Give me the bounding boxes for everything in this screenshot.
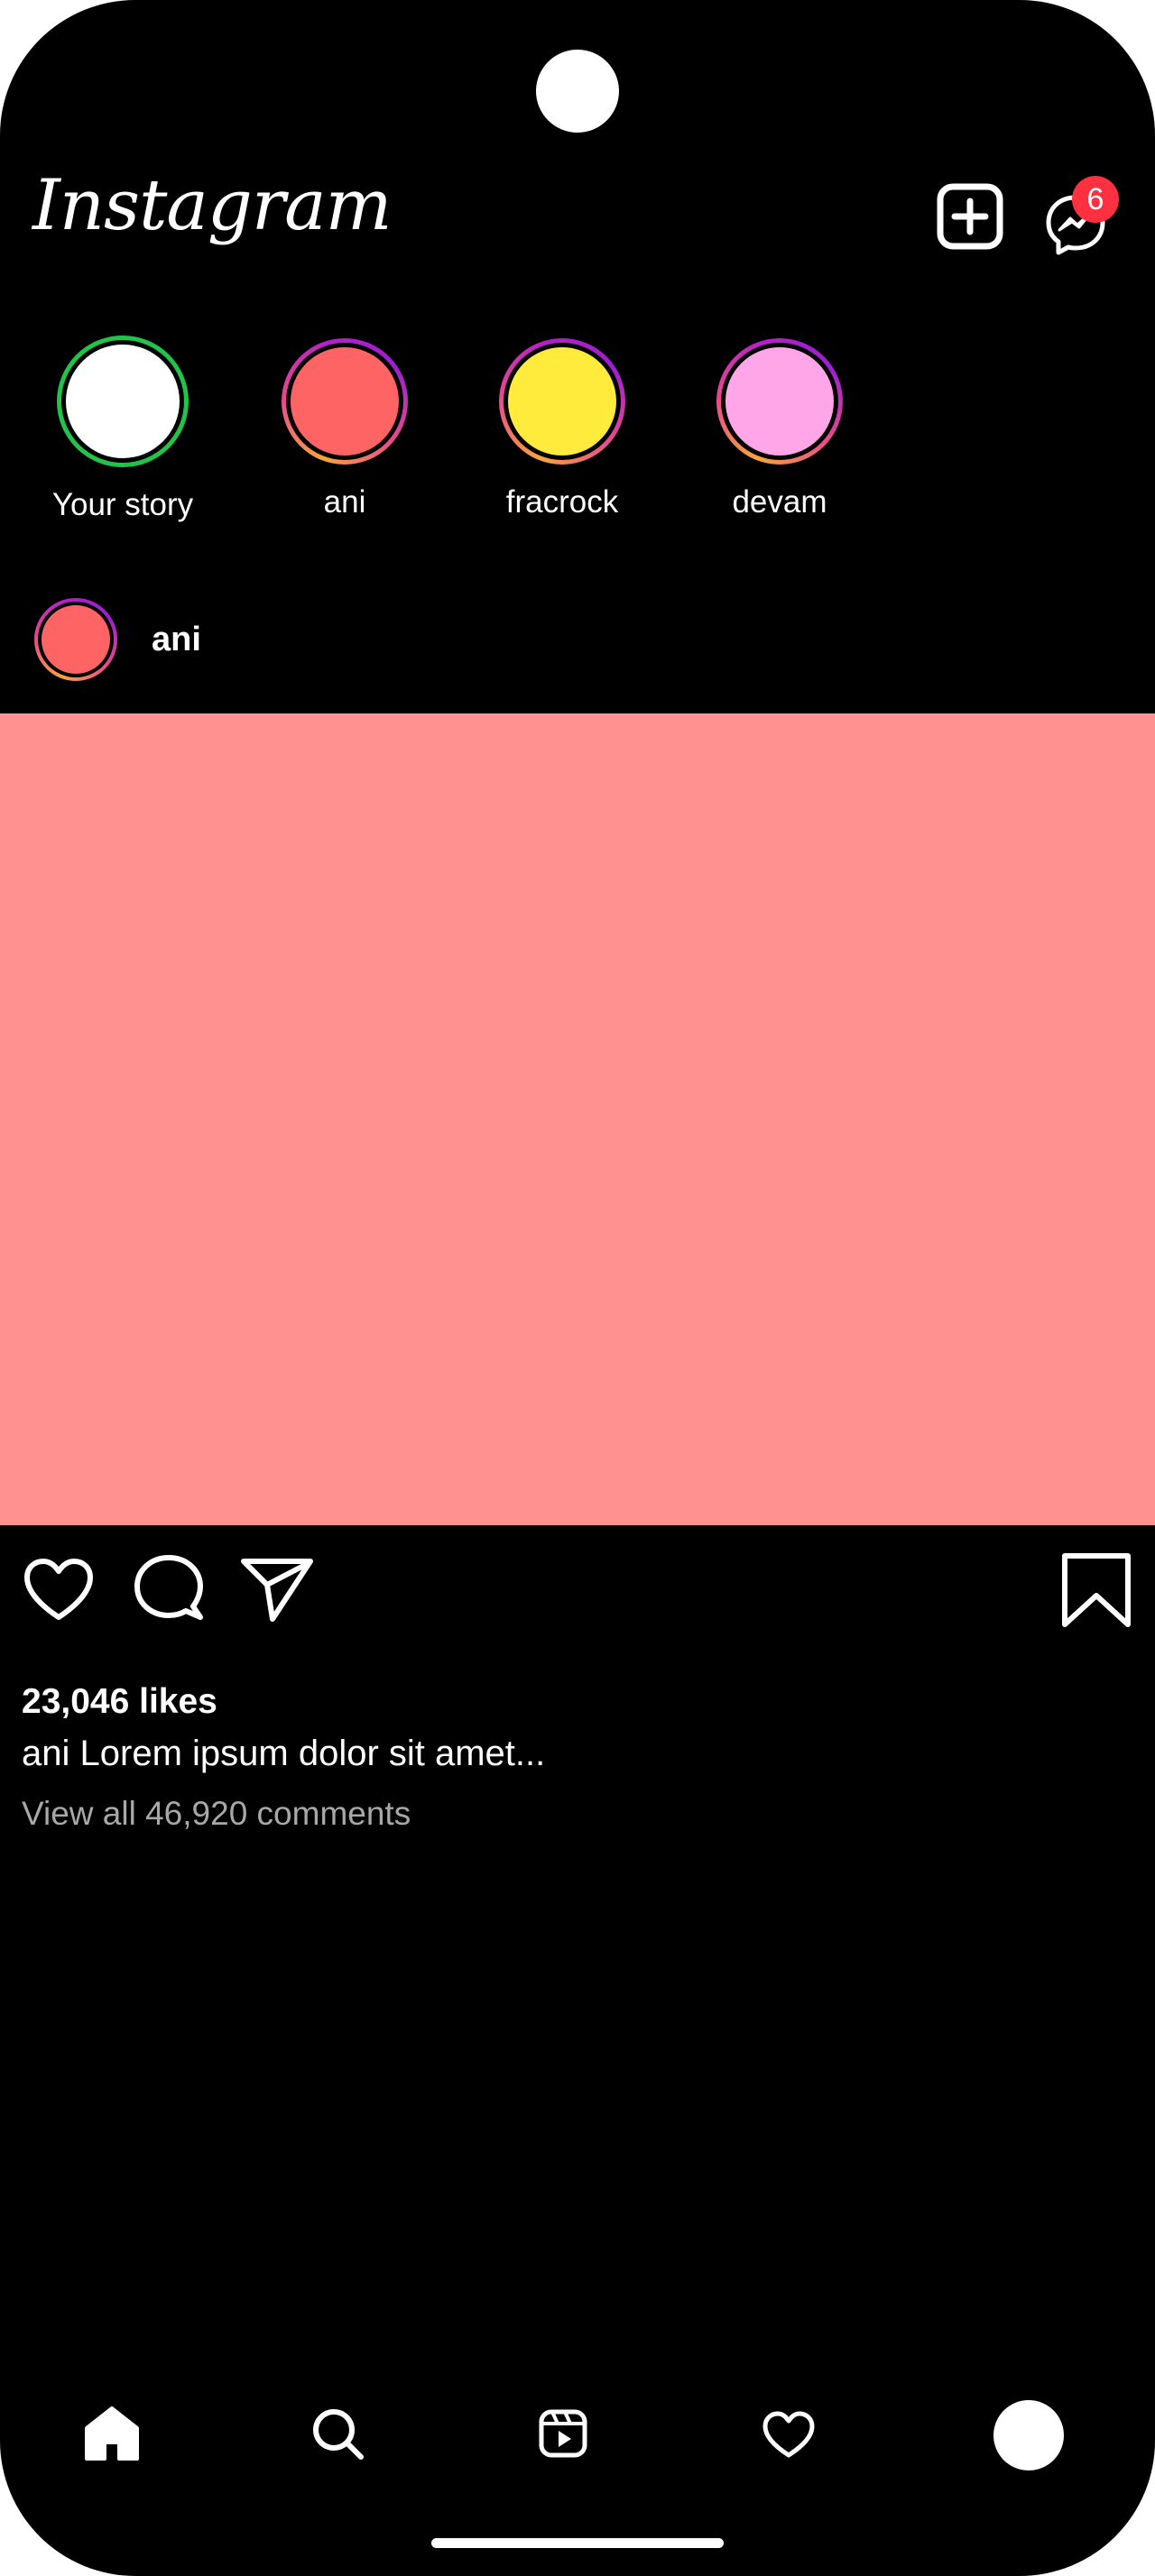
view-comments-link[interactable]: View all 46,920 comments: [22, 1795, 411, 1833]
share-button[interactable]: [236, 1549, 318, 1630]
story-ring: [499, 338, 625, 465]
add-post-button[interactable]: [935, 181, 1007, 253]
plus-square-icon: [937, 183, 1003, 250]
bookmark-button[interactable]: [1056, 1549, 1137, 1630]
comment-icon: [134, 1555, 203, 1620]
story-label: ani: [323, 484, 366, 520]
caption-username[interactable]: ani: [22, 1734, 69, 1773]
instagram-logo[interactable]: Instagram: [32, 165, 393, 246]
story-label: fracrock: [505, 484, 619, 520]
bookmark-icon: [1062, 1553, 1131, 1627]
story-devam[interactable]: devam: [671, 336, 888, 520]
story-your-story[interactable]: Your story: [14, 336, 231, 523]
home-icon: [85, 2406, 139, 2461]
post-avatar[interactable]: [34, 598, 117, 681]
app-header: Instagram: [0, 158, 1155, 275]
story-label: Your story: [51, 487, 194, 522]
post-header: ani: [0, 591, 1155, 690]
story-fracrock[interactable]: fracrock: [454, 336, 670, 520]
avatar: [42, 605, 110, 674]
heart-icon: [24, 1559, 93, 1620]
avatar: [508, 347, 616, 455]
comment-button[interactable]: [128, 1549, 209, 1630]
story-ring: [716, 338, 843, 465]
story-label: devam: [732, 484, 827, 520]
phone-screen: Instagram 6 Your story ani fracrock deva…: [0, 0, 1155, 2576]
post-username[interactable]: ani: [152, 621, 201, 659]
messenger-badge: 6: [1072, 176, 1119, 223]
home-indicator: [431, 2538, 724, 2548]
likes-count[interactable]: 23,046 likes: [22, 1682, 217, 1722]
avatar: [725, 347, 834, 455]
post-image[interactable]: [0, 713, 1155, 1525]
story-ring: [57, 336, 189, 467]
nav-home[interactable]: [76, 2397, 148, 2470]
activity-heart-icon: [762, 2411, 815, 2458]
caption-text: Lorem ipsum dolor sit amet...: [79, 1734, 546, 1773]
like-button[interactable]: [18, 1549, 99, 1630]
share-icon: [241, 1559, 313, 1622]
nav-profile-avatar[interactable]: [993, 2400, 1064, 2470]
nav-activity[interactable]: [753, 2397, 825, 2470]
search-icon: [313, 2409, 364, 2460]
story-ani[interactable]: ani: [236, 336, 453, 520]
avatar: [66, 345, 180, 458]
nav-reels[interactable]: [527, 2397, 599, 2470]
camera-notch: [536, 50, 619, 133]
post-caption: ani Lorem ipsum dolor sit amet...: [22, 1734, 545, 1774]
story-ring: [282, 338, 408, 465]
reels-icon: [539, 2409, 587, 2458]
avatar: [291, 347, 399, 455]
nav-search[interactable]: [301, 2397, 374, 2470]
